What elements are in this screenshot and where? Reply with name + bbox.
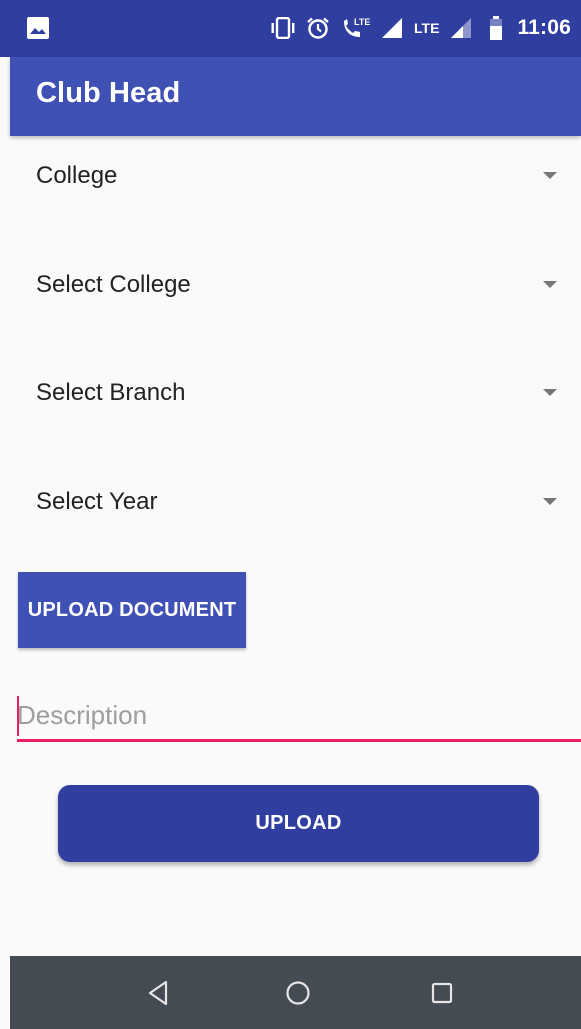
select-year-spinner[interactable]: Select Year: [10, 462, 581, 542]
select-branch-spinner-label: Select Branch: [36, 379, 186, 406]
description-underline: [17, 739, 581, 742]
college-spinner[interactable]: College: [10, 136, 581, 216]
signal-icon-1: [380, 14, 404, 42]
app-bar: Club Head: [10, 57, 581, 136]
app-bar-title: Club Head: [36, 77, 181, 109]
svg-text:LTE: LTE: [354, 17, 370, 27]
dropdown-arrow-icon: [543, 389, 557, 396]
select-year-spinner-label: Select Year: [36, 488, 158, 515]
volte-call-icon: LTE: [340, 14, 370, 42]
home-icon[interactable]: [281, 976, 315, 1010]
network-type-label: LTE: [414, 20, 440, 36]
vibrate-icon: [270, 14, 296, 42]
gallery-notification-icon: [27, 17, 49, 39]
battery-icon: [489, 14, 503, 42]
recents-icon[interactable]: [425, 976, 459, 1010]
status-time: 11:06: [517, 16, 571, 39]
select-branch-spinner[interactable]: Select Branch: [10, 353, 581, 433]
text-cursor: [17, 696, 19, 736]
description-field: [14, 692, 581, 744]
college-spinner-label: College: [36, 162, 118, 189]
navigation-bar: [10, 956, 581, 1029]
dropdown-arrow-icon: [543, 498, 557, 505]
status-bar: LTE LTE 11:06: [0, 0, 581, 57]
screen: LTE LTE 11:06 Club Head College Select C…: [0, 0, 581, 1029]
select-college-spinner[interactable]: Select College: [10, 245, 581, 325]
upload-button[interactable]: UPLOAD: [58, 785, 539, 862]
dropdown-arrow-icon: [543, 281, 557, 288]
select-college-spinner-label: Select College: [36, 271, 191, 298]
dropdown-arrow-icon: [543, 172, 557, 179]
signal-icon-2: [449, 14, 473, 42]
upload-document-button[interactable]: UPLOAD DOCUMENT: [18, 572, 246, 648]
alarm-icon: [306, 14, 330, 42]
back-icon[interactable]: [141, 976, 175, 1010]
status-icons: LTE LTE 11:06: [270, 12, 571, 44]
description-input[interactable]: [14, 692, 581, 738]
